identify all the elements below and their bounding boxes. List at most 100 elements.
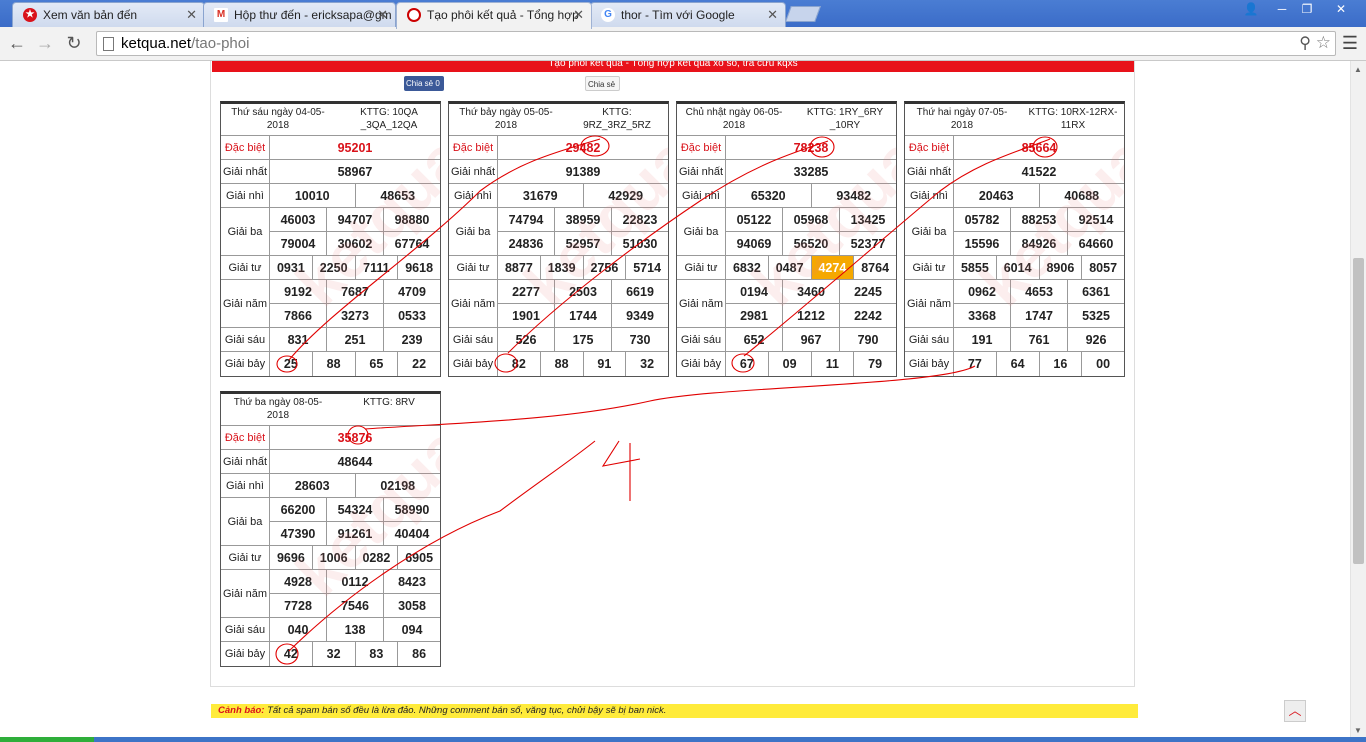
prize-number: 84926 (1010, 232, 1067, 255)
prize-number: 251 (326, 328, 383, 351)
prize-label: Giải ba (221, 208, 270, 255)
restore-icon[interactable]: ❐ (1293, 0, 1321, 18)
address-bar[interactable]: ketqua.net/tao-phoi ⚲ ☆ (96, 31, 1336, 56)
prize-number: 0282 (354, 546, 398, 569)
prize-label: Giải bảy (905, 352, 954, 376)
tab-xem-van-ban[interactable]: ★ Xem văn bản đến ✕ (12, 2, 205, 27)
scrollbar[interactable]: ▲ ▼ (1350, 61, 1366, 742)
prize-number: 65 (354, 352, 398, 376)
prize-number: 10010 (294, 188, 330, 203)
prize-label: Giải bảy (221, 642, 270, 666)
prize-number: 3460 (782, 280, 839, 303)
prize-number: 94707 (326, 208, 383, 231)
prize-number: 2242 (839, 304, 896, 327)
facebook-share-button[interactable]: Chia sẻ 0 (404, 76, 444, 91)
prize-label: Giải năm (905, 280, 954, 327)
prize-number: 761 (1010, 328, 1067, 351)
back-to-top-button[interactable]: ︿ (1284, 700, 1306, 722)
tab-google-search[interactable]: G thor - Tìm với Google ✕ (590, 2, 786, 27)
url-text[interactable]: ketqua.net/tao-phoi (121, 35, 249, 52)
prize-number: 5855 (960, 260, 989, 275)
back-arrow-icon[interactable]: ← (6, 32, 28, 54)
scroll-up-icon[interactable]: ▲ (1354, 65, 1362, 74)
kttg-code: KTTG: 9RZ_3RZ_5RZ (583, 107, 651, 131)
prize-label: Giải tư (221, 256, 270, 279)
tab-tao-phoi[interactable]: Tạo phôi kết quả - Tổng hợp ✕ (396, 2, 592, 29)
result-table: ketqua.net Chủ nhật ngày 06-05-2018 KTTG… (676, 101, 897, 377)
scrollbar-thumb[interactable] (1353, 258, 1364, 564)
draw-date: Thứ hai ngày 07-05-2018 (916, 107, 1008, 131)
prize-label: Giải ba (221, 498, 270, 545)
prize-label: Giải bảy (449, 352, 498, 376)
prize-number: 191 (971, 332, 993, 347)
prize-number: 9618 (397, 256, 440, 279)
prize-number: 25 (283, 357, 298, 371)
menu-icon[interactable]: ☰ (1342, 33, 1358, 54)
prize-number: 67764 (383, 232, 440, 255)
prize-number: 8423 (383, 570, 440, 593)
prize-number: 22 (397, 352, 440, 376)
tab-gmail[interactable]: M Hộp thư đến - ericksapa@gm ✕ (203, 2, 396, 27)
prize-number: 52957 (554, 232, 611, 255)
prize-number: 8877 (504, 260, 533, 275)
prize-number: 6619 (611, 280, 668, 303)
prize-number: 91389 (565, 164, 601, 179)
prize-number: 20463 (978, 188, 1014, 203)
special-prize-number: 29482 (565, 140, 601, 155)
minimize-icon[interactable]: ─ (1268, 0, 1296, 18)
prize-number: 32 (311, 642, 355, 666)
prize-label: Đặc biệt (221, 426, 270, 449)
close-icon[interactable]: ✕ (377, 7, 388, 23)
forward-arrow-icon[interactable]: → (34, 32, 56, 54)
prize-label: Giải nhì (221, 184, 270, 207)
prize-label: Giải nhất (221, 160, 270, 183)
prize-number: 926 (1067, 328, 1124, 351)
result-header: Thứ ba ngày 08-05-2018 KTTG: 8RV (221, 394, 440, 426)
prize-number: 47390 (280, 526, 316, 541)
prize-number: 0533 (383, 304, 440, 327)
prize-number: 6832 (732, 260, 761, 275)
user-icon[interactable]: 👤 (1237, 0, 1265, 18)
prize-label: Giải tư (677, 256, 726, 279)
new-tab-button[interactable] (785, 6, 821, 22)
prize-number: 41522 (1021, 164, 1057, 179)
prize-number: 3273 (326, 304, 383, 327)
prize-number: 32 (625, 352, 668, 376)
prize-number: 652 (743, 332, 765, 347)
tab-title: Xem văn bản đến (43, 8, 138, 22)
close-icon[interactable]: ✕ (186, 7, 197, 23)
annotation-number: 4 (1, 62, 2, 63)
prize-number: 52377 (839, 232, 896, 255)
star-seal-icon: ★ (23, 8, 37, 22)
prize-number: 9349 (611, 304, 668, 327)
prize-number: 526 (515, 332, 537, 347)
draw-date: Thứ ba ngày 08-05-2018 (233, 397, 323, 421)
prize-number: 42929 (582, 184, 669, 207)
prize-label: Giải sáu (221, 328, 270, 351)
prize-number: 7866 (284, 308, 312, 323)
google-plus-share-button[interactable]: Chia sẻ (585, 76, 621, 91)
prize-number: 730 (611, 328, 668, 351)
result-header: Chủ nhật ngày 06-05-2018 KTTG: 1RY_6RY _… (677, 104, 896, 136)
prize-number: 00 (1081, 352, 1124, 376)
close-icon[interactable]: ✕ (767, 7, 778, 23)
prize-label: Giải sáu (905, 328, 954, 351)
page-banner: Tạo phôi kết quả - Tổng hợp kết quả xổ s… (212, 61, 1134, 72)
ketqua-icon (407, 8, 421, 22)
kttg-code: KTTG: 10RX-12RX-11RX (1028, 107, 1118, 131)
prize-number: 7728 (284, 598, 312, 613)
prize-label: Giải ba (905, 208, 954, 255)
prize-number: 2503 (554, 280, 611, 303)
reload-icon[interactable]: ↻ (63, 32, 85, 54)
close-icon[interactable]: ✕ (573, 7, 584, 23)
prize-number: 831 (287, 332, 309, 347)
close-window-icon[interactable]: ✕ (1326, 0, 1356, 18)
zoom-icon[interactable]: ⚲ (1299, 33, 1311, 53)
prize-number: 88 (311, 352, 355, 376)
prize-number: 64660 (1067, 232, 1124, 255)
bookmark-star-icon[interactable]: ☆ (1316, 33, 1331, 53)
prize-number: 65320 (750, 188, 786, 203)
draw-date: Chủ nhật ngày 06-05-2018 (685, 107, 783, 131)
prize-number: 1747 (1010, 304, 1067, 327)
scroll-down-icon[interactable]: ▼ (1354, 726, 1362, 735)
